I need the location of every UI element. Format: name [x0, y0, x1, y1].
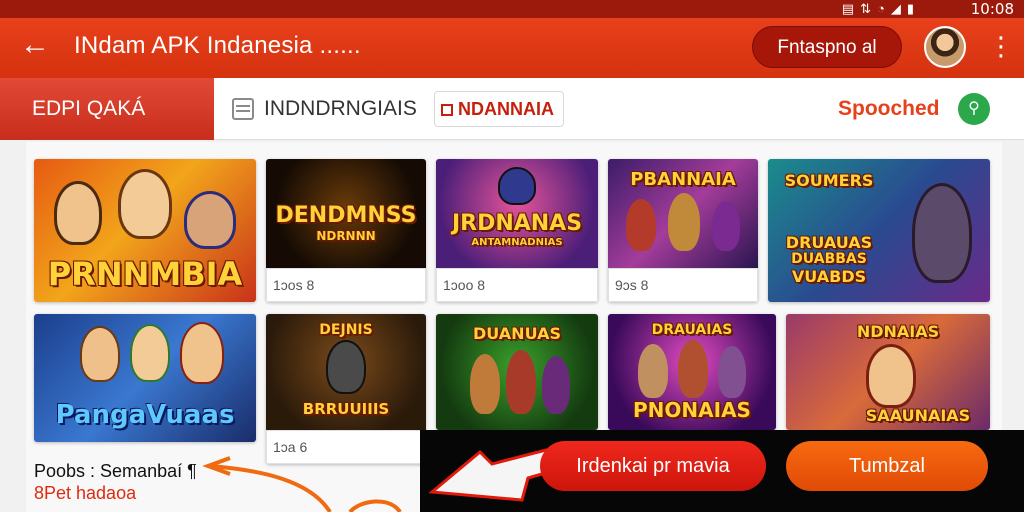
secondary-action-button[interactable]: Tumbzal — [786, 441, 988, 491]
primary-action-button[interactable]: Irdenkai pr mavia — [540, 441, 766, 491]
pointer-arrow-icon — [428, 448, 559, 502]
